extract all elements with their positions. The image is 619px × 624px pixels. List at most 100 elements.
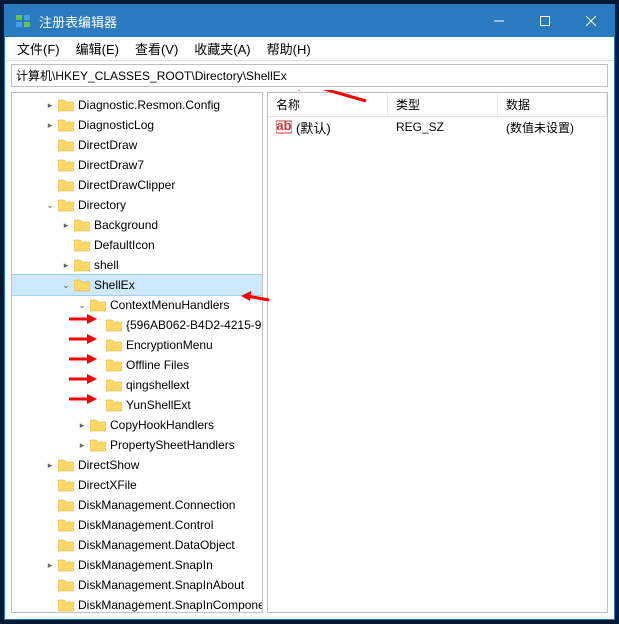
tree-node[interactable]: DirectDraw (12, 135, 262, 155)
tree-label: PropertySheetHandlers (110, 438, 235, 452)
tree-node[interactable]: ▸Background (12, 215, 262, 235)
expander-icon[interactable] (44, 519, 56, 531)
tree-node[interactable]: DiskManagement.SnapInComponent (12, 595, 262, 613)
expander-icon[interactable] (92, 339, 104, 351)
tree-pane[interactable]: ▸Diagnostic.Resmon.Config ▸ DiagnosticLog… (11, 92, 263, 613)
tree-label: DirectShow (78, 458, 139, 472)
tree-label: ContextMenuHandlers (110, 298, 229, 312)
tree-node[interactable]: DirectXFile (12, 475, 262, 495)
tree-node[interactable]: DiskManagement.Control (12, 515, 262, 535)
folder-icon (74, 218, 90, 232)
expander-icon[interactable] (92, 399, 104, 411)
tree-node[interactable]: {596AB062-B4D2-4215-9F74-E9109B0A8153} (12, 315, 262, 335)
list-header: 名称 类型 数据 (268, 93, 607, 117)
expander-icon[interactable]: ▸ (44, 459, 56, 471)
folder-icon (74, 258, 90, 272)
folder-icon (90, 418, 106, 432)
folder-icon (58, 558, 74, 572)
tree-node[interactable]: ▸shell (12, 255, 262, 275)
tree-label: {596AB062-B4D2-4215-9F74-E9109B0A8153} (126, 318, 263, 332)
tree-label: Directory (78, 198, 126, 212)
expander-icon[interactable] (60, 239, 72, 251)
tree-node-selected[interactable]: ⌄ShellEx (12, 275, 262, 295)
expander-icon[interactable] (44, 579, 56, 591)
expander-icon[interactable]: ▸ (44, 559, 56, 571)
values-pane[interactable]: 名称 类型 数据 ab (默认) REG_SZ (数值未设置) (267, 92, 608, 613)
titlebar[interactable]: 注册表编辑器 (5, 5, 614, 37)
tree-node[interactable]: qingshellext (12, 375, 262, 395)
menu-help[interactable]: 帮助(H) (259, 37, 319, 60)
folder-icon (58, 478, 74, 492)
tree-label: qingshellext (126, 378, 189, 392)
expander-icon[interactable] (92, 379, 104, 391)
tree-node[interactable]: ▸ PropertySheetHandlers (12, 435, 262, 455)
tree-node[interactable]: ▸Diagnostic.Resmon.Config (12, 95, 262, 115)
menu-favorites[interactable]: 收藏夹(A) (186, 37, 258, 60)
expander-icon[interactable] (44, 179, 56, 191)
expander-icon[interactable]: ⌄ (44, 199, 56, 211)
tree-node[interactable]: ▸DiskManagement.SnapIn (12, 555, 262, 575)
folder-icon (106, 358, 122, 372)
tree-label: DiskManagement.SnapInAbout (78, 578, 244, 592)
menu-file[interactable]: 文件(F) (9, 37, 68, 60)
expander-icon[interactable] (44, 599, 56, 611)
expander-icon[interactable] (92, 359, 104, 371)
folder-icon (74, 238, 90, 252)
folder-icon (58, 578, 74, 592)
tree-node[interactable]: DiskManagement.SnapInAbout (12, 575, 262, 595)
app-icon (13, 11, 33, 31)
expander-icon[interactable]: ⌄ (76, 299, 88, 311)
expander-icon[interactable] (44, 479, 56, 491)
tree-node[interactable]: ⌄ Directory (12, 195, 262, 215)
addressbar: 计算机\HKEY_CLASSES_ROOT\Directory\ShellEx (5, 61, 614, 90)
address-path[interactable]: 计算机\HKEY_CLASSES_ROOT\Directory\ShellEx (11, 64, 608, 87)
tree-node[interactable]: EncryptionMenu (12, 335, 262, 355)
col-name[interactable]: 名称 (268, 93, 388, 116)
tree-label: DiskManagement.SnapInComponent (78, 598, 263, 612)
tree-label: CopyHookHandlers (110, 418, 214, 432)
folder-icon (106, 318, 122, 332)
tree-node[interactable]: DirectDraw7 (12, 155, 262, 175)
maximize-button[interactable] (522, 5, 568, 37)
minimize-button[interactable] (476, 5, 522, 37)
tree-label: DirectDraw7 (78, 158, 144, 172)
tree-node[interactable]: ▸ CopyHookHandlers (12, 415, 262, 435)
tree-node[interactable]: ▸ DirectShow (12, 455, 262, 475)
tree-node[interactable]: DirectDrawClipper (12, 175, 262, 195)
list-row[interactable]: ab (默认) REG_SZ (数值未设置) (268, 117, 607, 137)
tree-node[interactable]: DefaultIcon (12, 235, 262, 255)
expander-icon[interactable]: ▸ (76, 439, 88, 451)
expander-icon[interactable] (92, 319, 104, 331)
tree-node[interactable]: DiskManagement.Connection (12, 495, 262, 515)
menu-view[interactable]: 查看(V) (127, 37, 186, 60)
col-data[interactable]: 数据 (498, 93, 607, 116)
col-type[interactable]: 类型 (388, 93, 498, 116)
tree-node[interactable]: Offline Files (12, 355, 262, 375)
expander-icon[interactable]: ⌄ (60, 279, 72, 291)
tree-label: DiskManagement.DataObject (78, 538, 235, 552)
tree-label: DirectDraw (78, 138, 137, 152)
app-window: 注册表编辑器 文件(F) 编辑(E) 查看(V) 收藏夹(A) 帮助(H) 计算… (4, 4, 615, 620)
expander-icon[interactable]: ▸ (60, 259, 72, 271)
close-button[interactable] (568, 5, 614, 37)
folder-icon (58, 518, 74, 532)
folder-icon (90, 438, 106, 452)
expander-icon[interactable] (44, 539, 56, 551)
tree-node[interactable]: ▸ DiagnosticLog (12, 115, 262, 135)
expander-icon[interactable]: ▸ (60, 219, 72, 231)
value-name: (默认) (296, 118, 331, 137)
expander-icon[interactable] (44, 139, 56, 151)
folder-icon (58, 498, 74, 512)
tree-node[interactable]: DiskManagement.DataObject (12, 535, 262, 555)
tree-node[interactable]: ⌄ ContextMenuHandlers (12, 295, 262, 315)
tree-label: DiskManagement.Control (78, 518, 213, 532)
expander-icon[interactable]: ▸ (44, 119, 56, 131)
expander-icon[interactable]: ▸ (76, 419, 88, 431)
expander-icon[interactable] (44, 499, 56, 511)
tree-label: DiagnosticLog (78, 118, 154, 132)
expander-icon[interactable]: ▸ (44, 99, 56, 111)
expander-icon[interactable] (44, 159, 56, 171)
menubar: 文件(F) 编辑(E) 查看(V) 收藏夹(A) 帮助(H) (5, 37, 614, 61)
menu-edit[interactable]: 编辑(E) (68, 37, 127, 60)
tree-node[interactable]: YunShellExt (12, 395, 262, 415)
